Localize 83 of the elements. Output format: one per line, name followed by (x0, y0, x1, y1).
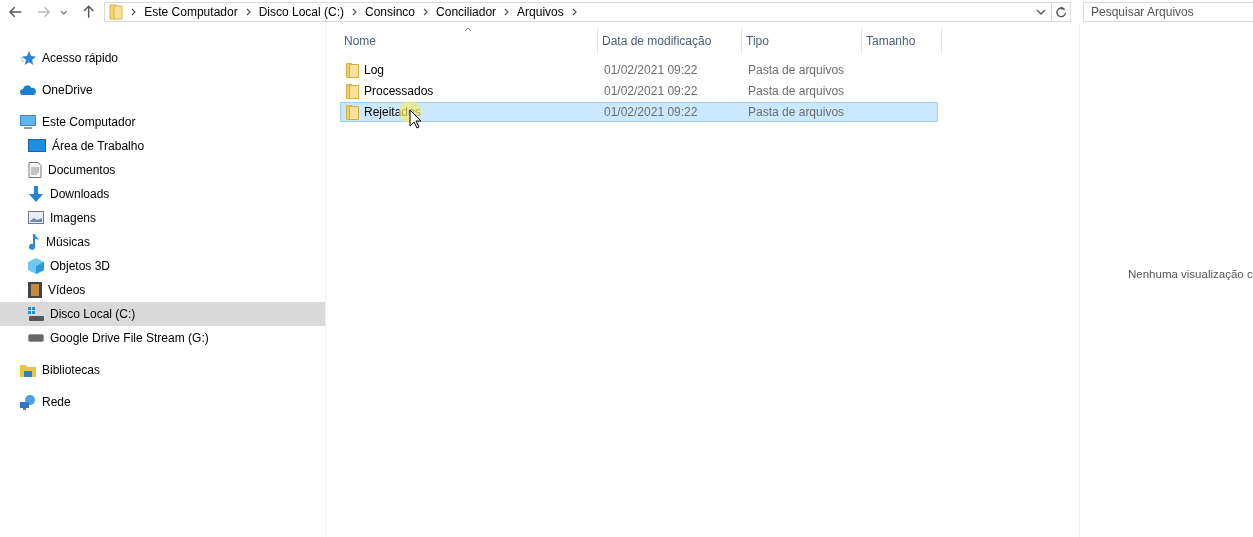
sidebar-item[interactable]: Imagens (0, 206, 325, 230)
sidebar-label: Acesso rápido (42, 51, 119, 65)
sidebar-item[interactable]: Acesso rápido (0, 46, 325, 70)
cube-icon (28, 258, 44, 274)
desktop-icon (28, 139, 46, 153)
sidebar-label: Músicas (46, 235, 90, 249)
file-name: Rejeitados (364, 105, 421, 119)
sidebar-label: Bibliotecas (42, 363, 101, 377)
column-header[interactable]: Tipo (742, 28, 862, 54)
address-bar[interactable]: Este Computador Disco Local (C:) Consinco Conciliador Arquivos (104, 2, 1053, 22)
dropdown-icon[interactable] (1036, 9, 1047, 15)
table-cell-text: 01/02/2021 09:22 (603, 84, 699, 98)
sidebar-label: Documentos (48, 163, 116, 177)
sidebar-label: Imagens (50, 211, 97, 225)
sort-caret-icon (464, 27, 472, 32)
back-icon[interactable] (9, 6, 23, 18)
file-row[interactable]: Log 01/02/2021 09:22 Pasta de arquivos (340, 60, 938, 80)
column-header[interactable]: Tamanho (862, 28, 942, 54)
music-note-icon (28, 234, 40, 250)
breadcrumb[interactable]: Disco Local (C:) (258, 5, 344, 19)
chevron-right-icon (245, 8, 251, 16)
file-name: Log (364, 63, 385, 77)
folder-icon (346, 62, 359, 78)
sidebar-item[interactable]: Músicas (0, 230, 325, 254)
table-cell-text: Pasta de arquivos (747, 63, 846, 77)
table-cell-text: Pasta de arquivos (747, 84, 846, 98)
search-field[interactable]: Pesquisar Arquivos (1083, 2, 1253, 22)
drive-icon (28, 334, 44, 342)
preview-message: Nenhuma visualização c (1128, 267, 1253, 280)
sidebar-item[interactable]: Rede (0, 390, 325, 414)
sidebar-label: Vídeos (48, 283, 86, 297)
file-name: Processados (364, 84, 434, 98)
sidebar-label: Rede (42, 395, 71, 409)
table-cell-text: 01/02/2021 09:22 (603, 105, 699, 119)
breadcrumb[interactable]: Este Computador (144, 5, 238, 19)
sidebar-item[interactable]: Disco Local (C:) (0, 302, 325, 326)
star-icon (20, 50, 36, 66)
up-arrow-icon[interactable] (82, 5, 95, 19)
column-header[interactable]: Nome (340, 28, 598, 54)
folder-icon (346, 104, 359, 120)
document-icon (28, 162, 42, 178)
file-row[interactable]: Processados 01/02/2021 09:22 Pasta de arquivos (340, 81, 938, 101)
download-arrow-icon (28, 186, 44, 202)
sidebar-label: Downloads (50, 187, 110, 201)
sidebar-item[interactable]: Objetos 3D (0, 254, 325, 278)
column-header[interactable]: Data de modificação (598, 28, 742, 54)
chevron-right-icon (504, 8, 510, 16)
sidebar-label: Disco Local (C:) (50, 307, 136, 321)
sidebar-item[interactable]: Downloads (0, 182, 325, 206)
sidebar-label: Área de Trabalho (52, 139, 145, 153)
film-icon (28, 282, 42, 298)
sidebar-label: OneDrive (42, 83, 93, 97)
refresh-icon (1055, 6, 1068, 18)
file-row[interactable]: Rejeitados 01/02/2021 09:22 Pasta de arquivos (340, 102, 938, 122)
sidebar-label: Objetos 3D (50, 259, 111, 273)
breadcrumb[interactable]: Arquivos (517, 5, 564, 19)
chevron-down-icon[interactable] (60, 9, 68, 15)
library-folder-icon (20, 362, 36, 378)
sidebar-item[interactable]: Google Drive File Stream (G:) (0, 326, 325, 350)
breadcrumb[interactable]: Consinco (365, 5, 416, 19)
monitor-icon (20, 114, 36, 130)
breadcrumb[interactable]: Conciliador (436, 5, 497, 19)
image-icon (28, 211, 44, 225)
drive-icon (28, 307, 44, 321)
sidebar-label: Este Computador (42, 115, 136, 129)
chevron-right-icon (571, 8, 577, 16)
folder-icon (346, 83, 359, 99)
cloud-icon (20, 82, 36, 98)
sidebar-item[interactable]: OneDrive (0, 78, 325, 102)
table-cell-text: 01/02/2021 09:22 (603, 63, 699, 77)
table-cell-text: Pasta de arquivos (747, 105, 846, 119)
sidebar-label: Google Drive File Stream (G:) (50, 331, 209, 345)
folder-icon (109, 4, 124, 20)
chevron-right-icon (131, 8, 137, 16)
chevron-right-icon (352, 8, 357, 16)
sidebar-item[interactable]: Área de Trabalho (0, 134, 325, 158)
sidebar-item[interactable]: Vídeos (0, 278, 325, 302)
chevron-right-icon (423, 8, 429, 16)
sidebar-item[interactable]: Documentos (0, 158, 325, 182)
network-icon (20, 394, 36, 410)
sidebar-item[interactable]: Bibliotecas (0, 358, 325, 382)
refresh-button[interactable] (1052, 2, 1071, 22)
sidebar-item[interactable]: Este Computador (0, 110, 325, 134)
